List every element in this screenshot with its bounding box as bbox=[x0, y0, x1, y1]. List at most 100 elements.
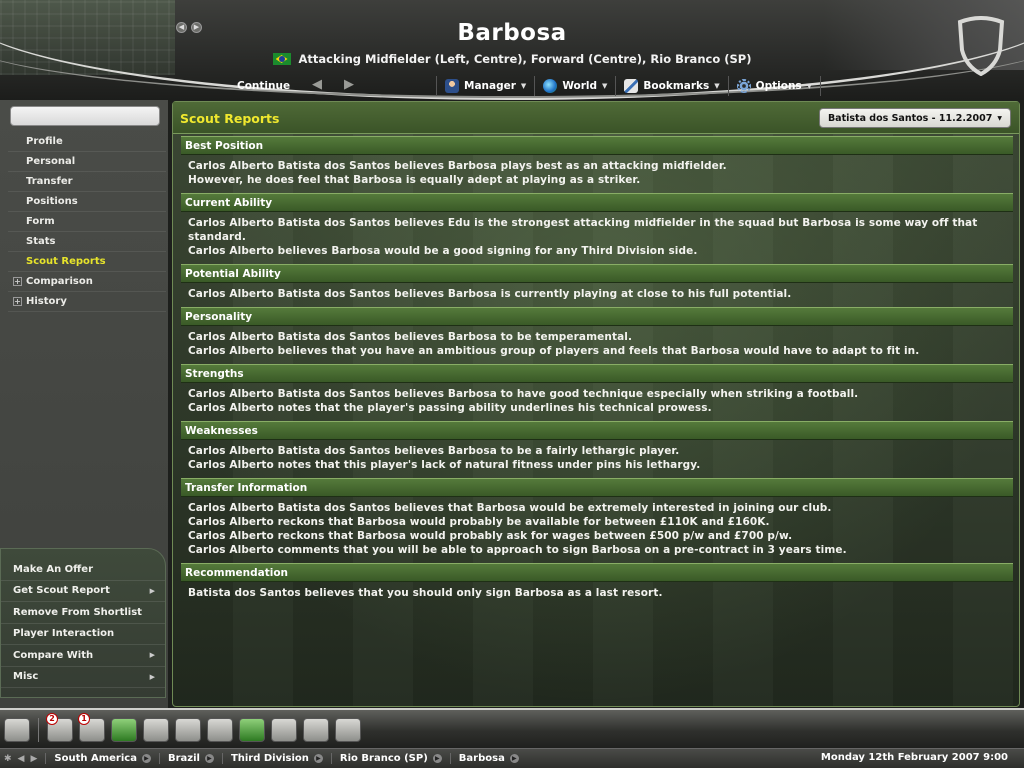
chat-icon[interactable] bbox=[335, 718, 361, 742]
breadcrumb-item[interactable]: Brazil ▶ bbox=[158, 753, 222, 764]
breadcrumb-menu-icon[interactable]: ▶ bbox=[204, 754, 214, 763]
clock-icon[interactable]: 1 bbox=[78, 713, 105, 742]
breadcrumb-menu-icon[interactable]: ▶ bbox=[432, 754, 442, 763]
section-body: Batista dos Santos believes that you sho… bbox=[181, 582, 1013, 606]
sidebar-nav: Profile Personal Transfer Positions Form… bbox=[0, 132, 168, 312]
sidebar-item-history[interactable]: + History bbox=[8, 292, 166, 312]
training-icon[interactable] bbox=[239, 718, 265, 742]
back-arrow-icon[interactable]: ◀ bbox=[312, 77, 322, 92]
remove-from-shortlist-button[interactable]: Remove From Shortlist bbox=[1, 602, 165, 624]
home-icon[interactable] bbox=[4, 718, 30, 742]
make-offer-button[interactable]: Make An Offer bbox=[1, 559, 165, 581]
chevron-right-icon: ▶ bbox=[149, 651, 155, 660]
chevron-down-icon: ▼ bbox=[997, 114, 1002, 122]
expand-icon[interactable]: + bbox=[13, 297, 22, 306]
club-crest-icon bbox=[957, 16, 1005, 76]
report-sections: Best Position Carlos Alberto Batista dos … bbox=[181, 136, 1013, 606]
action-label: Make An Offer bbox=[13, 563, 93, 575]
header-bar: ◀ ▶ Barbosa Attacking Midfielder (Left, … bbox=[0, 0, 1024, 100]
sidebar-item-positions[interactable]: Positions bbox=[8, 192, 166, 212]
menu-bookmarks[interactable]: Bookmarks ▼ bbox=[615, 76, 727, 96]
forward-arrow-icon[interactable]: ▶ bbox=[30, 754, 37, 764]
notification-badge: 2 bbox=[46, 713, 58, 725]
sidebar-item-label: Form bbox=[26, 216, 55, 227]
chevron-right-icon: ▶ bbox=[149, 672, 155, 681]
action-label: Player Interaction bbox=[13, 628, 115, 640]
section-body: Carlos Alberto Batista dos Santos believ… bbox=[181, 212, 1013, 264]
manager-icon bbox=[445, 79, 459, 93]
scout-report-select[interactable]: Batista dos Santos - 11.2.2007 ▼ bbox=[818, 108, 1011, 128]
inbox-icon[interactable]: 2 bbox=[46, 713, 73, 742]
expand-icon[interactable]: + bbox=[13, 277, 22, 286]
action-label: Get Scout Report bbox=[13, 585, 110, 597]
breadcrumb-item[interactable]: Third Division ▶ bbox=[221, 753, 331, 764]
action-panel: Make An Offer Get Scout Report ▶ Remove F… bbox=[0, 548, 166, 698]
continue-button[interactable]: Continue bbox=[237, 80, 290, 92]
scout-reports-panel: Scout Reports Batista dos Santos - 11.2.… bbox=[172, 101, 1020, 707]
get-scout-report-button[interactable]: Get Scout Report ▶ bbox=[1, 581, 165, 602]
report-line: Carlos Alberto Batista dos Santos believ… bbox=[188, 217, 978, 243]
player-description-line: Attacking Midfielder (Left, Centre), For… bbox=[0, 52, 1024, 66]
sidebar-item-form[interactable]: Form bbox=[8, 212, 166, 232]
sidebar-item-scout-reports[interactable]: Scout Reports bbox=[8, 252, 166, 272]
report-line: Carlos Alberto comments that you will be… bbox=[188, 544, 847, 556]
sidebar-item-personal[interactable]: Personal bbox=[8, 152, 166, 172]
chevron-down-icon: ▼ bbox=[602, 82, 608, 90]
notes-icon[interactable] bbox=[303, 718, 329, 742]
search-input[interactable] bbox=[10, 106, 160, 126]
section-body: Carlos Alberto Batista dos Santos believ… bbox=[181, 383, 1013, 421]
sidebar-item-transfer[interactable]: Transfer bbox=[8, 172, 166, 192]
section-heading: Weaknesses bbox=[181, 421, 1013, 440]
report-line: Carlos Alberto Batista dos Santos believ… bbox=[188, 288, 792, 300]
report-line: Carlos Alberto Batista dos Santos believ… bbox=[188, 160, 727, 172]
breadcrumb-item[interactable]: Rio Branco (SP) ▶ bbox=[330, 753, 450, 764]
breadcrumb-menu-icon[interactable]: ▶ bbox=[141, 754, 151, 763]
sidebar-item-label: Stats bbox=[26, 236, 56, 247]
settings-icon[interactable]: ✱ bbox=[4, 754, 12, 764]
player-interaction-button[interactable]: Player Interaction bbox=[1, 624, 165, 645]
chevron-right-icon: ▶ bbox=[149, 586, 155, 595]
breadcrumb-item[interactable]: South America ▶ bbox=[45, 753, 159, 764]
sidebar-item-label: Scout Reports bbox=[26, 256, 106, 267]
misc-button[interactable]: Misc ▶ bbox=[1, 667, 165, 688]
menu-bookmarks-label: Bookmarks bbox=[643, 80, 710, 92]
sidebar-item-comparison[interactable]: + Comparison bbox=[8, 272, 166, 292]
sidebar-item-label: History bbox=[26, 296, 67, 307]
breadcrumb-label: Barbosa bbox=[458, 753, 505, 764]
scouting-icon[interactable] bbox=[143, 718, 169, 742]
sidebar-item-profile[interactable]: Profile bbox=[8, 132, 166, 152]
clipboard-icon[interactable] bbox=[207, 718, 233, 742]
trophy-icon[interactable] bbox=[175, 718, 201, 742]
section-heading: Current Ability bbox=[181, 193, 1013, 212]
back-arrow-icon[interactable]: ◀ bbox=[18, 754, 25, 764]
forward-arrow-icon[interactable]: ▶ bbox=[344, 77, 354, 92]
breadcrumb-menu-icon[interactable]: ▶ bbox=[313, 754, 323, 763]
player-description: Attacking Midfielder (Left, Centre), For… bbox=[298, 52, 752, 66]
sidebar-item-label: Comparison bbox=[26, 276, 93, 287]
binoculars-icon[interactable] bbox=[271, 718, 297, 742]
globe-icon bbox=[543, 79, 558, 93]
bookmark-icon bbox=[624, 79, 639, 93]
player-name: Barbosa bbox=[457, 20, 567, 46]
sidebar: Profile Personal Transfer Positions Form… bbox=[0, 100, 168, 708]
compare-with-button[interactable]: Compare With ▶ bbox=[1, 645, 165, 667]
sidebar-item-stats[interactable]: Stats bbox=[8, 232, 166, 252]
tactics-icon[interactable] bbox=[111, 718, 137, 742]
menu-world[interactable]: World ▼ bbox=[534, 76, 615, 96]
menu-manager[interactable]: Manager ▼ bbox=[436, 76, 534, 96]
breadcrumb-label: Third Division bbox=[230, 753, 309, 764]
section-body: Carlos Alberto Batista dos Santos believ… bbox=[181, 283, 1013, 307]
chevron-down-icon: ▼ bbox=[806, 82, 813, 90]
bottom-dock: 21 bbox=[0, 708, 1024, 748]
report-line: Carlos Alberto Batista dos Santos believ… bbox=[188, 445, 680, 457]
breadcrumb-menu-icon[interactable]: ▶ bbox=[509, 754, 519, 763]
breadcrumb-item[interactable]: Barbosa ▶ bbox=[449, 753, 527, 764]
section-heading: Strengths bbox=[181, 364, 1013, 383]
section-heading: Personality bbox=[181, 307, 1013, 326]
report-line: Carlos Alberto reckons that Barbosa woul… bbox=[188, 516, 770, 528]
breadcrumb-label: Brazil bbox=[167, 753, 200, 764]
status-bar: ✱ ◀ ▶ South America ▶ Brazil ▶ Third Divisio… bbox=[0, 748, 1024, 768]
notification-badge: 1 bbox=[78, 713, 90, 725]
menu-options[interactable]: Options ▼ bbox=[727, 76, 822, 96]
chevron-down-icon: ▼ bbox=[520, 82, 527, 90]
